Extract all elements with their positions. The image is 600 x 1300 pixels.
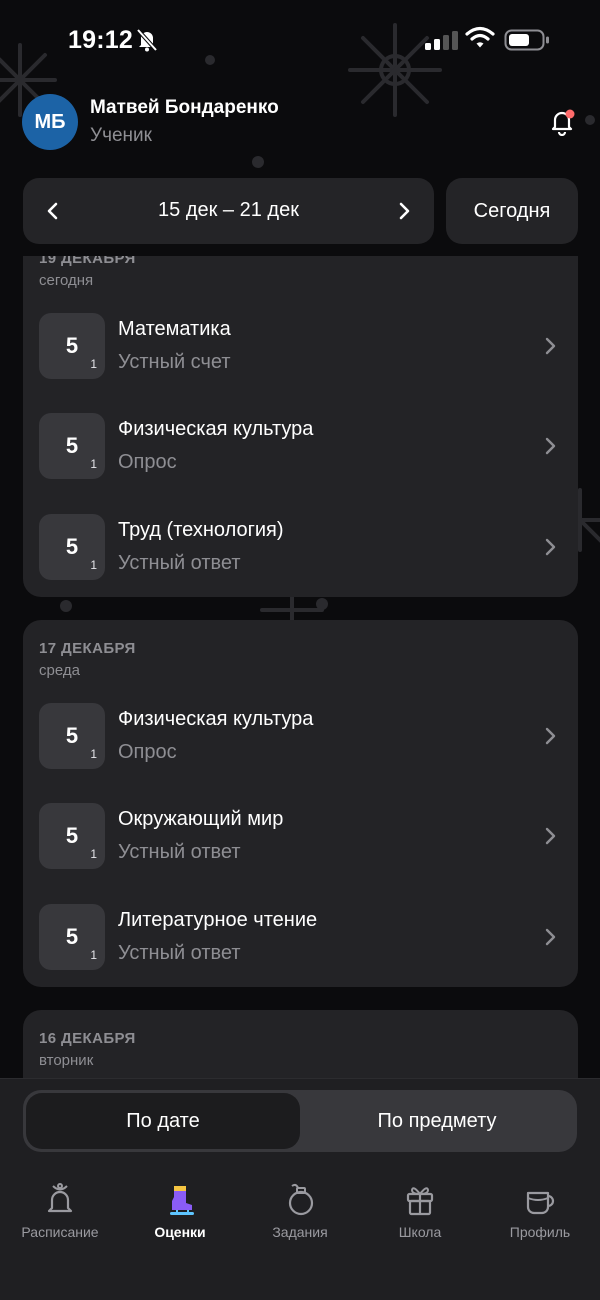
chevron-right-icon	[545, 337, 556, 355]
grade-weight: 1	[90, 558, 97, 572]
grade-weight: 1	[90, 747, 97, 761]
day-card: 17 ДЕКАБРЯ среда 5 1 Физическая культура…	[23, 620, 578, 987]
week-selector: 15 дек – 21 дек	[23, 178, 434, 244]
grade-badge: 5 1	[39, 413, 105, 479]
grade-row[interactable]: 5 1 Физическая культура Опрос	[23, 413, 578, 513]
grade-value: 5	[65, 723, 79, 748]
week-range: 15 дек – 21 дек	[158, 199, 299, 221]
tab-label: Оценки	[154, 1224, 206, 1240]
notification-bell-icon[interactable]	[548, 108, 576, 136]
subject-name: Физическая культура	[118, 708, 314, 730]
signal-icon	[425, 31, 458, 50]
grade-row[interactable]: 5 1 Физическая культура Опрос	[23, 703, 578, 803]
grade-row[interactable]: 5 1 Окружающий мир Устный ответ	[23, 803, 578, 903]
avatar[interactable]: МБ	[22, 94, 78, 150]
tab-label: Расписание	[21, 1224, 99, 1240]
subject-name: Физическая культура	[118, 418, 314, 440]
user-name: Матвей Бондаренко	[90, 97, 279, 118]
grade-badge: 5 1	[39, 313, 105, 379]
chevron-right-icon[interactable]	[388, 195, 420, 227]
grade-value: 5	[65, 433, 79, 458]
sort-by-subject-option[interactable]: По предмету	[300, 1093, 574, 1149]
wifi-icon	[465, 26, 495, 48]
grade-weight: 1	[90, 357, 97, 371]
bell-icon	[47, 1183, 73, 1213]
grade-row[interactable]: 5 1 Литературное чтение Устный ответ	[23, 904, 578, 1004]
user-role: Ученик	[90, 125, 152, 146]
tab-label: Профиль	[509, 1224, 571, 1240]
day-weekday: среда	[39, 662, 80, 679]
grade-badge: 5 1	[39, 904, 105, 970]
gift-icon	[406, 1187, 434, 1216]
tab-bar: Расписание Оценки Задания Школа Профиль	[0, 1179, 600, 1259]
day-card: 16 ДЕКАБРЯ вторник	[23, 1010, 578, 1078]
sort-segmented-control: По дате По предмету	[23, 1090, 577, 1152]
grade-value: 5	[65, 924, 79, 949]
profile-header: МБ Матвей Бондаренко Ученик	[22, 92, 578, 152]
tab-label: Школа	[398, 1224, 442, 1240]
tab-school[interactable]: Школа	[360, 1179, 480, 1259]
grade-weight: 1	[90, 948, 97, 962]
day-date: 19 ДЕКАБРЯ	[39, 256, 136, 267]
today-button[interactable]: Сегодня	[446, 178, 578, 244]
day-date: 17 ДЕКАБРЯ	[39, 640, 136, 657]
work-type: Опрос	[118, 451, 177, 473]
skate-icon	[170, 1186, 194, 1215]
work-type: Опрос	[118, 741, 177, 763]
chevron-right-icon	[545, 538, 556, 556]
work-type: Устный ответ	[118, 552, 241, 574]
bottom-panel: По дате По предмету Расписание Оценки За…	[0, 1078, 600, 1300]
work-type: Устный счет	[118, 351, 231, 373]
work-type: Устный ответ	[118, 841, 241, 863]
tab-tasks[interactable]: Задания	[240, 1179, 360, 1259]
work-type: Устный ответ	[118, 942, 241, 964]
tab-profile[interactable]: Профиль	[480, 1179, 600, 1259]
day-card: 19 ДЕКАБРЯ сегодня 5 1 Математика Устный…	[23, 256, 578, 597]
day-date: 16 ДЕКАБРЯ	[39, 1030, 136, 1047]
grade-value: 5	[65, 534, 79, 559]
subject-name: Литературное чтение	[118, 909, 318, 931]
battery-icon	[504, 29, 549, 51]
status-bar: 19:12	[0, 0, 600, 80]
grade-badge: 5 1	[39, 803, 105, 869]
grade-value: 5	[65, 823, 79, 848]
grade-value: 5	[65, 333, 79, 358]
grades-list[interactable]: 19 ДЕКАБРЯ сегодня 5 1 Математика Устный…	[0, 256, 600, 1078]
grade-row[interactable]: 5 1 Труд (технология) Устный ответ	[23, 514, 578, 614]
chevron-right-icon	[545, 928, 556, 946]
tab-label: Задания	[272, 1224, 328, 1240]
day-weekday: вторник	[39, 1052, 94, 1069]
cup-icon	[526, 1191, 555, 1215]
sort-by-date-option[interactable]: По дате	[26, 1093, 300, 1149]
tab-grades[interactable]: Оценки	[120, 1179, 240, 1259]
chevron-right-icon	[545, 727, 556, 745]
grade-weight: 1	[90, 847, 97, 861]
subject-name: Математика	[118, 318, 231, 340]
subject-name: Труд (технология)	[118, 519, 284, 541]
bell-off-icon	[136, 28, 158, 52]
grade-badge: 5 1	[39, 703, 105, 769]
chevron-right-icon	[545, 437, 556, 455]
grade-weight: 1	[90, 457, 97, 471]
chevron-right-icon	[545, 827, 556, 845]
status-time: 19:12	[68, 26, 133, 54]
subject-name: Окружающий мир	[118, 808, 284, 830]
grade-badge: 5 1	[39, 514, 105, 580]
tab-schedule[interactable]: Расписание	[0, 1179, 120, 1259]
ornament-icon	[288, 1183, 314, 1216]
day-weekday: сегодня	[39, 272, 94, 289]
grade-row[interactable]: 5 1 Математика Устный счет	[23, 313, 578, 413]
